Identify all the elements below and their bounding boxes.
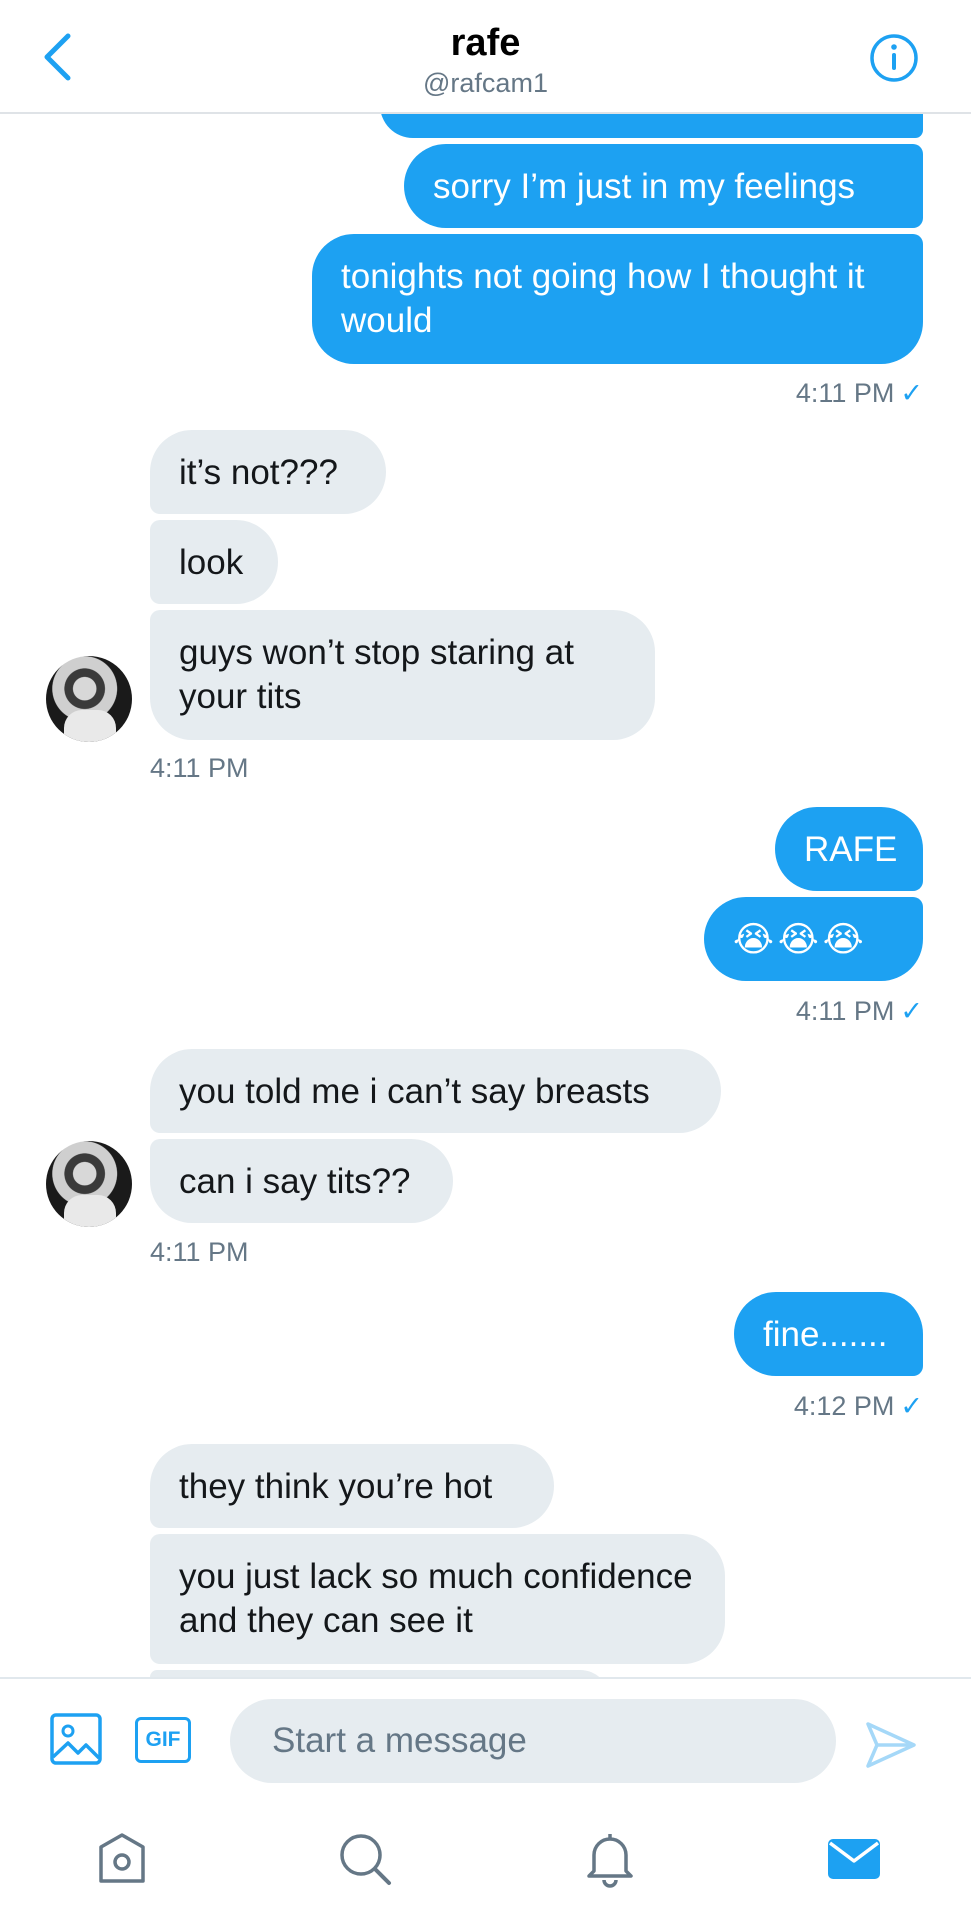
- message-text: can i say tits??: [179, 1162, 411, 1201]
- message-bubble-outgoing[interactable]: tonights not going how I thought it woul…: [312, 234, 923, 364]
- message-text: guys won’t stop staring at your tits: [179, 633, 574, 716]
- message-timestamp: 4:11 PM ✓: [795, 996, 923, 1026]
- message-text: fine.......: [763, 1315, 888, 1354]
- message-bubble-outgoing[interactable]: sorry I’m just in my feelings: [404, 144, 923, 228]
- home-icon[interactable]: [92, 1829, 152, 1889]
- message-bubble-incoming[interactable]: look: [150, 520, 278, 604]
- read-check-icon: ✓: [900, 996, 923, 1026]
- message-text: tonights not going how I thought it woul…: [341, 257, 865, 340]
- message-bubble-incoming[interactable]: can i say tits??: [150, 1139, 453, 1223]
- bottom-nav: [0, 1787, 971, 1920]
- message-bubble-outgoing[interactable]: RAFE: [775, 807, 923, 891]
- read-check-icon: ✓: [900, 1391, 923, 1421]
- message-bubble-incoming[interactable]: they think you’re hot: [150, 1444, 554, 1528]
- avatar[interactable]: [46, 1141, 132, 1227]
- search-icon[interactable]: [335, 1829, 395, 1889]
- read-check-icon: ✓: [900, 378, 923, 408]
- message-bubble-partial[interactable]: [380, 112, 923, 138]
- conversation-header: rafe @rafcam1: [0, 0, 971, 114]
- message-bubble-incoming[interactable]: guys won’t stop staring at your tits: [150, 610, 655, 740]
- notifications-icon[interactable]: [580, 1829, 640, 1889]
- info-icon[interactable]: [869, 33, 919, 83]
- message-bubble-incoming[interactable]: you told me i can’t say breasts: [150, 1049, 721, 1133]
- message-composer: GIF: [0, 1677, 971, 1789]
- gif-button[interactable]: GIF: [135, 1717, 191, 1763]
- image-icon[interactable]: [50, 1713, 102, 1765]
- message-input[interactable]: [230, 1699, 836, 1783]
- emoji-message: 😭😭😭: [733, 920, 868, 959]
- message-timestamp: 4:11 PM ✓: [795, 378, 923, 408]
- send-icon[interactable]: [865, 1719, 917, 1771]
- message-text: they think you’re hot: [179, 1467, 493, 1506]
- messages-icon[interactable]: [824, 1829, 884, 1889]
- message-thread[interactable]: sorry I’m just in my feelings tonights n…: [0, 112, 971, 1677]
- conversation-title: rafe: [450, 22, 521, 64]
- message-text: sorry I’m just in my feelings: [433, 167, 856, 206]
- message-timestamp: 4:11 PM: [150, 1237, 249, 1267]
- message-text: you told me i can’t say breasts: [179, 1072, 650, 1111]
- message-timestamp: 4:11 PM: [150, 753, 249, 783]
- message-bubble-outgoing[interactable]: 😭😭😭: [704, 897, 923, 981]
- message-text: look: [179, 543, 244, 582]
- conversation-handle: @rafcam1: [423, 68, 548, 98]
- message-timestamp: 4:12 PM ✓: [793, 1391, 923, 1421]
- message-bubble-outgoing[interactable]: fine.......: [734, 1292, 923, 1376]
- message-bubble-partial[interactable]: [150, 1670, 610, 1677]
- message-bubble-incoming[interactable]: it’s not???: [150, 430, 386, 514]
- message-text: RAFE: [804, 830, 898, 869]
- message-bubble-incoming[interactable]: you just lack so much confidence and the…: [150, 1534, 725, 1664]
- message-text: you just lack so much confidence and the…: [179, 1557, 693, 1640]
- message-text: it’s not???: [179, 453, 338, 492]
- gif-label: GIF: [145, 1728, 181, 1751]
- avatar[interactable]: [46, 656, 132, 742]
